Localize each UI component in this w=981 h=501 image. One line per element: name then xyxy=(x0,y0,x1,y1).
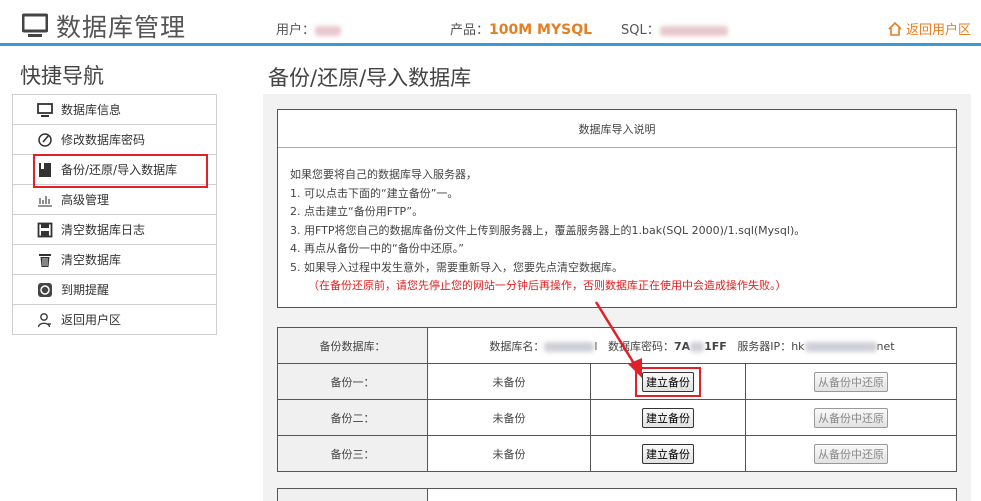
save-icon xyxy=(37,222,53,238)
db-password-redacted xyxy=(690,341,705,352)
notice-line: 2. 点击建立“备份用FTP”。 xyxy=(290,205,424,218)
sidebar-item-backup-restore[interactable]: 备份/还原/导入数据库 xyxy=(13,154,216,188)
notice-warning: （在备份还原前，请您先停止您的网站一分钟后再操作，否则数据库正在使用中会造成操作… xyxy=(308,279,787,292)
restore-backup-button[interactable]: 从备份中还原 xyxy=(814,371,888,392)
monitor-icon xyxy=(37,102,53,118)
create-cell: 建立备份 xyxy=(590,435,746,472)
restore-cell: 从备份中还原 xyxy=(745,363,957,400)
secondary-table xyxy=(277,488,957,501)
sidebar-item-expiry[interactable]: 到期提醒 xyxy=(13,275,216,305)
sidebar-item-change-password[interactable]: 修改数据库密码 xyxy=(13,125,216,155)
db-password-label: 数据库密码： xyxy=(607,339,674,353)
sidebar-item-back-user[interactable]: 返回用户区 xyxy=(13,305,216,335)
sidebar-item-clear-log[interactable]: 清空数据库日志 xyxy=(13,215,216,245)
chart-icon xyxy=(37,192,53,208)
db-password-head: 7A xyxy=(673,339,691,353)
create-backup-button[interactable]: 建立备份 xyxy=(642,407,694,428)
sidebar-item-db-info[interactable]: 数据库信息 xyxy=(13,95,216,125)
backup-row-label: 备份一： xyxy=(277,363,428,400)
restore-cell: 从备份中还原 xyxy=(745,399,957,436)
backup-status: 未备份 xyxy=(427,399,591,436)
server-ip-redacted xyxy=(804,341,877,352)
back-to-user-link[interactable]: 返回用户区 xyxy=(887,19,971,38)
user-value-redacted xyxy=(315,25,342,36)
alarm-icon xyxy=(37,282,53,298)
table-row: 备份二： 未备份 建立备份 从备份中还原 xyxy=(277,399,957,436)
create-backup-button[interactable]: 建立备份 xyxy=(642,443,694,464)
server-ip-tail: net xyxy=(876,339,895,353)
sidebar-item-label: 到期提醒 xyxy=(61,283,110,297)
app-title: 数据库管理 xyxy=(56,13,187,42)
sql-value-redacted xyxy=(659,25,728,36)
sidebar-item-label: 高级管理 xyxy=(61,193,110,207)
sidebar-item-label: 备份/还原/导入数据库 xyxy=(61,163,178,177)
db-label: 备份数据库： xyxy=(277,327,428,364)
table-row: 备份一： 未备份 建立备份 从备份中还原 xyxy=(277,363,957,400)
secondary-table-label-cell xyxy=(278,489,428,501)
db-name-tail: l xyxy=(594,339,598,353)
notice-line: 1. 可以点击下面的“建立备份”一。 xyxy=(290,186,459,200)
table-row: 备份三： 未备份 建立备份 从备份中还原 xyxy=(277,435,957,472)
product-value: 100M MYSQL xyxy=(489,22,593,38)
backup-status: 未备份 xyxy=(427,435,591,472)
page-title: 备份/还原/导入数据库 xyxy=(268,66,472,90)
backup-status: 未备份 xyxy=(427,363,591,400)
logo: 数据库管理 xyxy=(22,8,186,44)
book-icon xyxy=(37,162,53,178)
backup-row-label: 备份三： xyxy=(277,435,428,472)
product-info: 产品：100M MYSQL xyxy=(450,19,592,38)
product-label: 产品： xyxy=(450,23,490,38)
back-label: 返回用户区 xyxy=(905,23,971,38)
notice-line: 4. 再点从备份一中的“备份中还原。” xyxy=(290,242,464,255)
monitor-icon xyxy=(22,13,48,37)
server-ip-label: 服务器IP： xyxy=(737,339,792,353)
sql-label: SQL： xyxy=(621,23,660,38)
notice-line: 3. 用FTP将您自己的数据库备份文件上传到服务器上，覆盖服务器上的1.bak(… xyxy=(290,223,806,237)
notice-line: 如果您要将自己的数据库导入服务器， xyxy=(290,168,477,181)
sidebar-nav: 数据库信息 修改数据库密码 备份/还原/导入数据库 高级管理 清空数据库日志 清… xyxy=(12,94,217,335)
db-name-label: 数据库名： xyxy=(489,339,545,353)
user-info: 用户： xyxy=(276,19,342,38)
create-cell: 建立备份 xyxy=(590,399,746,436)
trash-icon xyxy=(37,252,53,268)
notice-body: 如果您要将自己的数据库导入服务器， 1. 可以点击下面的“建立备份”一。 2. … xyxy=(278,148,956,296)
restore-cell: 从备份中还原 xyxy=(745,435,957,472)
sidebar-item-label: 修改数据库密码 xyxy=(61,133,146,147)
user-label: 用户： xyxy=(276,23,316,38)
restore-backup-button[interactable]: 从备份中还原 xyxy=(814,443,888,464)
sidebar-item-label: 清空数据库 xyxy=(61,253,122,267)
home-icon xyxy=(888,21,902,36)
sql-info: SQL： xyxy=(621,19,728,38)
header: 数据库管理 用户： 产品：100M MYSQL SQL： 返回用户区 xyxy=(0,0,981,46)
sidebar-item-clear-db[interactable]: 清空数据库 xyxy=(13,245,216,275)
notice-line: 5. 如果导入过程中发生意外，需要重新导入，您要先点清空数据库。 xyxy=(290,260,623,274)
sidebar-item-label: 数据库信息 xyxy=(61,103,122,117)
create-cell: 建立备份 xyxy=(590,363,746,400)
import-notice: 数据库导入说明 如果您要将自己的数据库导入服务器， 1. 可以点击下面的“建立备… xyxy=(277,109,957,308)
sidebar-item-advanced[interactable]: 高级管理 xyxy=(13,185,216,215)
server-ip-head: hk xyxy=(791,339,805,353)
highlight-box: 建立备份 xyxy=(635,366,701,397)
notice-heading: 数据库导入说明 xyxy=(278,110,956,148)
sidebar-title: 快捷导航 xyxy=(20,64,104,88)
user-icon xyxy=(37,312,53,328)
db-name-redacted xyxy=(544,341,595,352)
backup-row-label: 备份二： xyxy=(277,399,428,436)
db-password-tail: 1FF xyxy=(704,339,727,353)
edit-icon xyxy=(37,132,53,148)
backup-table: 备份数据库： 数据库名： l 数据库密码：7A 1FF 服务器IP：hk net 备份… xyxy=(277,327,957,472)
sidebar-item-label: 返回用户区 xyxy=(61,313,122,327)
restore-backup-button[interactable]: 从备份中还原 xyxy=(814,407,888,428)
sidebar-item-label: 清空数据库日志 xyxy=(61,223,146,237)
db-info: 数据库名： l 数据库密码：7A 1FF 服务器IP：hk net xyxy=(427,327,957,364)
create-backup-button[interactable]: 建立备份 xyxy=(642,371,694,392)
table-row: 备份数据库： 数据库名： l 数据库密码：7A 1FF 服务器IP：hk net xyxy=(277,327,957,364)
